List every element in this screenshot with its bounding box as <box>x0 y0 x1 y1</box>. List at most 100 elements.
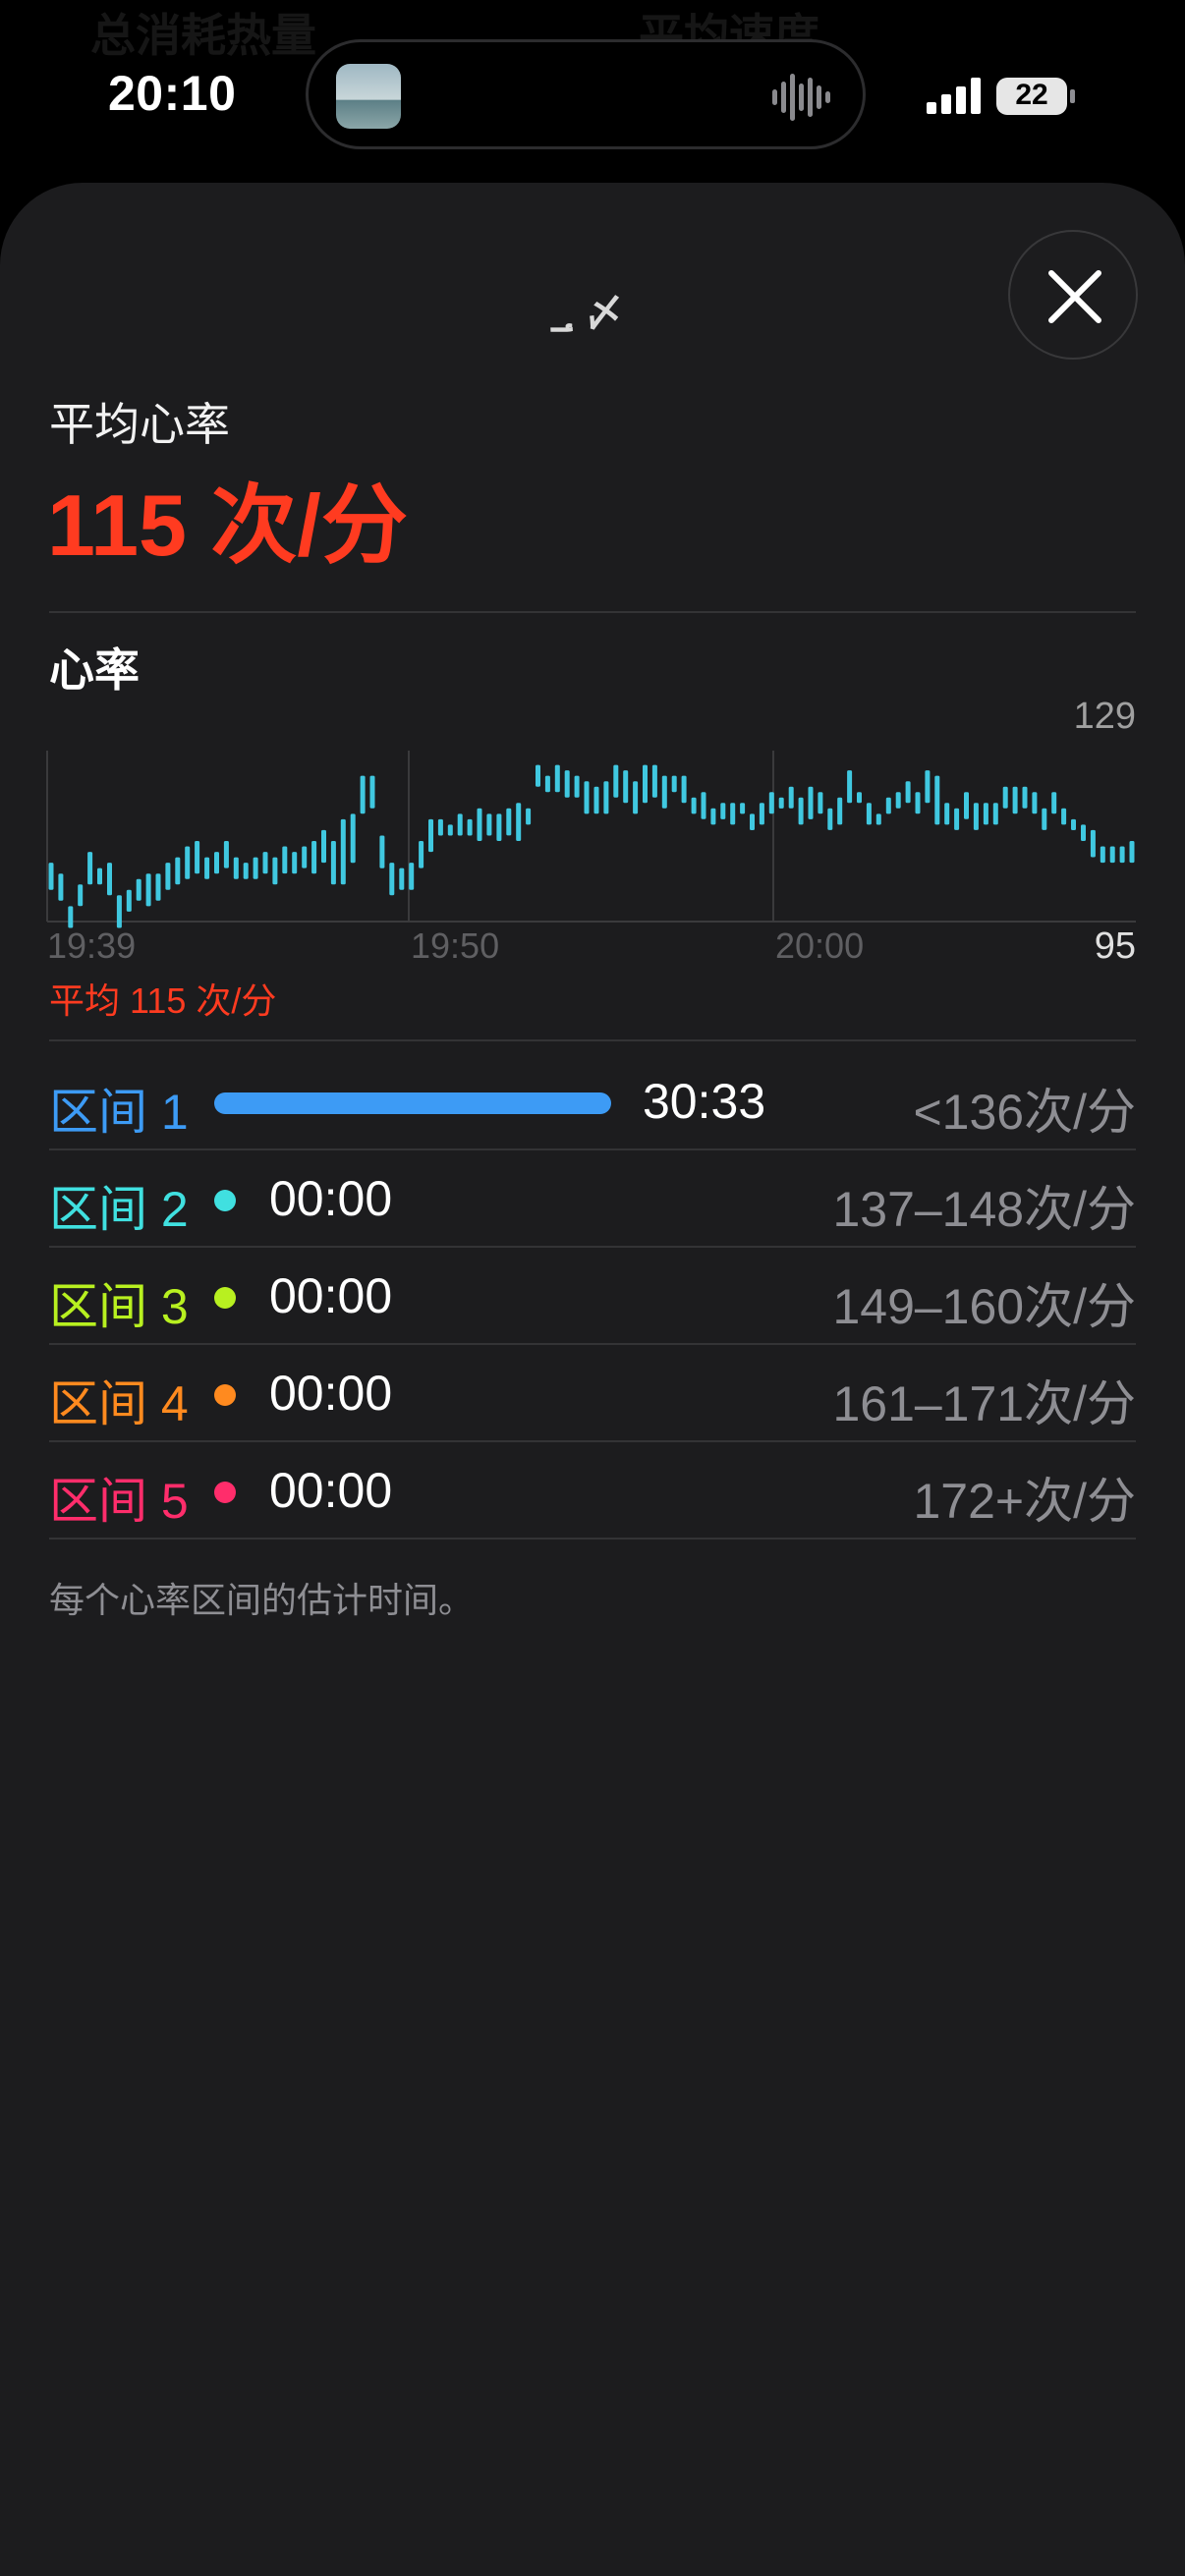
divider <box>49 1148 1136 1150</box>
heart-rate-range-bar <box>48 863 54 890</box>
heart-rate-range-bar <box>681 775 687 804</box>
heart-rate-range-bar <box>516 803 522 841</box>
heart-rate-range-bar <box>1109 846 1115 864</box>
heart-rate-range-bar <box>185 846 191 879</box>
heart-rate-range-bar <box>321 829 326 864</box>
zone-range: 161–171次/分 <box>832 1376 1136 1431</box>
heart-rate-range-bar <box>330 841 336 885</box>
heart-rate-range-bar <box>204 857 210 879</box>
zone-name: 区间 1 <box>49 1085 189 1140</box>
heart-rate-range-bar <box>350 813 356 864</box>
heart-rate-range-bar <box>759 803 764 825</box>
heart-rate-range-bar <box>302 846 308 868</box>
heart-rate-range-bar <box>116 895 122 928</box>
zone-row-5[interactable]: 区间 5 00:00 172+次/分 <box>49 1444 1136 1540</box>
heart-rate-range-bar <box>1061 808 1067 825</box>
heart-rate-range-bar <box>97 868 102 885</box>
heart-rate-range-bar <box>554 764 560 793</box>
audio-wave-icon <box>772 74 830 121</box>
heart-rate-range-bar <box>409 863 415 890</box>
zone-name: 区间 3 <box>49 1279 189 1334</box>
heart-rate-range-bar <box>857 792 862 804</box>
now-playing-artwork <box>336 64 401 129</box>
zone-range: 137–148次/分 <box>832 1182 1136 1237</box>
heart-rate-range-bar <box>788 786 794 809</box>
heart-rate-range-bar <box>983 803 988 825</box>
heart-rate-range-bar <box>136 878 141 901</box>
heart-rate-range-bar <box>954 808 960 830</box>
heart-rate-range-bar <box>58 873 64 901</box>
zone-row-3[interactable]: 区间 3 00:00 149–160次/分 <box>49 1250 1136 1345</box>
heart-rate-range-bar <box>651 764 657 798</box>
heart-rate-range-bar <box>633 781 639 814</box>
chart-x-tick-label: 19:39 <box>47 925 137 966</box>
zone-duration-bar <box>214 1092 611 1114</box>
heart-rate-range-bar <box>740 803 746 814</box>
heart-rate-range-bar <box>272 857 278 885</box>
heart-rate-range-bar <box>671 775 677 793</box>
zone-row-1[interactable]: 区间 1 30:33 <136次/分 <box>49 1055 1136 1150</box>
heart-rate-range-bar <box>934 775 940 825</box>
zone-time: 00:00 <box>269 1268 393 1323</box>
zone-row-2[interactable]: 区间 2 00:00 137–148次/分 <box>49 1152 1136 1248</box>
heart-rate-range-bar <box>768 792 774 814</box>
heart-rate-range-bar <box>992 803 998 825</box>
status-time: 20:10 <box>108 66 237 121</box>
heart-rate-range-bar <box>1002 786 1008 809</box>
heart-rate-range-bar <box>905 781 911 804</box>
heart-rate-range-bar <box>233 857 239 879</box>
chart-x-tick-label: 19:50 <box>411 925 500 966</box>
heart-rate-range-bar <box>973 803 979 830</box>
heart-rate-range-bar <box>837 797 843 825</box>
zone-dot <box>214 1384 236 1406</box>
heart-rate-range-bar <box>603 781 609 814</box>
heart-rate-range-bar <box>467 818 473 836</box>
heart-rate-range-bar <box>107 863 112 896</box>
heart-rate-range-bar <box>564 770 570 798</box>
zones-footnote: 每个心率区间的估计时间。 <box>49 1580 475 1620</box>
heart-rate-range-bar <box>544 775 550 793</box>
zone-dot <box>214 1190 236 1211</box>
heart-rate-range-bar <box>486 813 492 836</box>
heart-rate-range-bar <box>1129 841 1135 864</box>
zone-row-4[interactable]: 区间 4 00:00 161–171次/分 <box>49 1347 1136 1442</box>
heart-rate-range-bar <box>613 764 619 798</box>
heart-rate-range-bar <box>506 808 512 836</box>
heart-rate-range-bar <box>253 857 258 879</box>
heart-rate-range-bar <box>419 841 424 868</box>
heart-rate-range-bar <box>1051 792 1057 814</box>
heart-rate-range-bar <box>155 873 161 901</box>
dynamic-island[interactable] <box>306 39 866 149</box>
heart-rate-range-bar <box>1012 786 1018 814</box>
heart-rate-range-bar <box>389 863 395 896</box>
heart-rate-range-bar <box>808 786 814 819</box>
heart-rate-range-bar <box>175 857 181 885</box>
chart-min-label: 95 <box>1094 925 1136 967</box>
zone-dot <box>214 1287 236 1309</box>
heart-rate-range-bar <box>526 808 532 825</box>
heart-rate-range-bar <box>243 863 249 879</box>
divider <box>49 1343 1136 1345</box>
heart-rate-range-bar <box>195 841 200 874</box>
heart-rate-range-bar <box>866 803 872 825</box>
heart-rate-range-bar <box>827 808 833 830</box>
heart-rate-range-bar <box>875 813 881 825</box>
heart-rate-range-bar <box>214 852 219 874</box>
zone-range: 172+次/分 <box>913 1474 1136 1529</box>
background-hint-text: 总消耗热量 <box>90 10 316 61</box>
heart-rate-range-bar <box>895 792 901 809</box>
zone-name: 区间 4 <box>49 1376 189 1431</box>
divider <box>49 1039 1136 1041</box>
heart-rate-sheet: ؀ 〆 平均心率 115 次/分 心率 129 19:39 19:50 20:0… <box>0 183 1185 2576</box>
divider <box>49 1440 1136 1442</box>
heart-rate-range-bar <box>262 852 268 874</box>
heart-rate-chart[interactable] <box>0 183 1185 969</box>
heart-rate-range-bar <box>282 846 288 874</box>
heart-rate-range-bar <box>701 792 706 819</box>
heart-rate-range-bar <box>126 889 132 912</box>
heart-rate-range-bar <box>1090 829 1096 858</box>
zone-dot <box>214 1482 236 1503</box>
heart-rate-range-bar <box>691 797 697 814</box>
battery-icon: 22 <box>995 77 1076 116</box>
heart-rate-range-bar <box>798 797 804 825</box>
